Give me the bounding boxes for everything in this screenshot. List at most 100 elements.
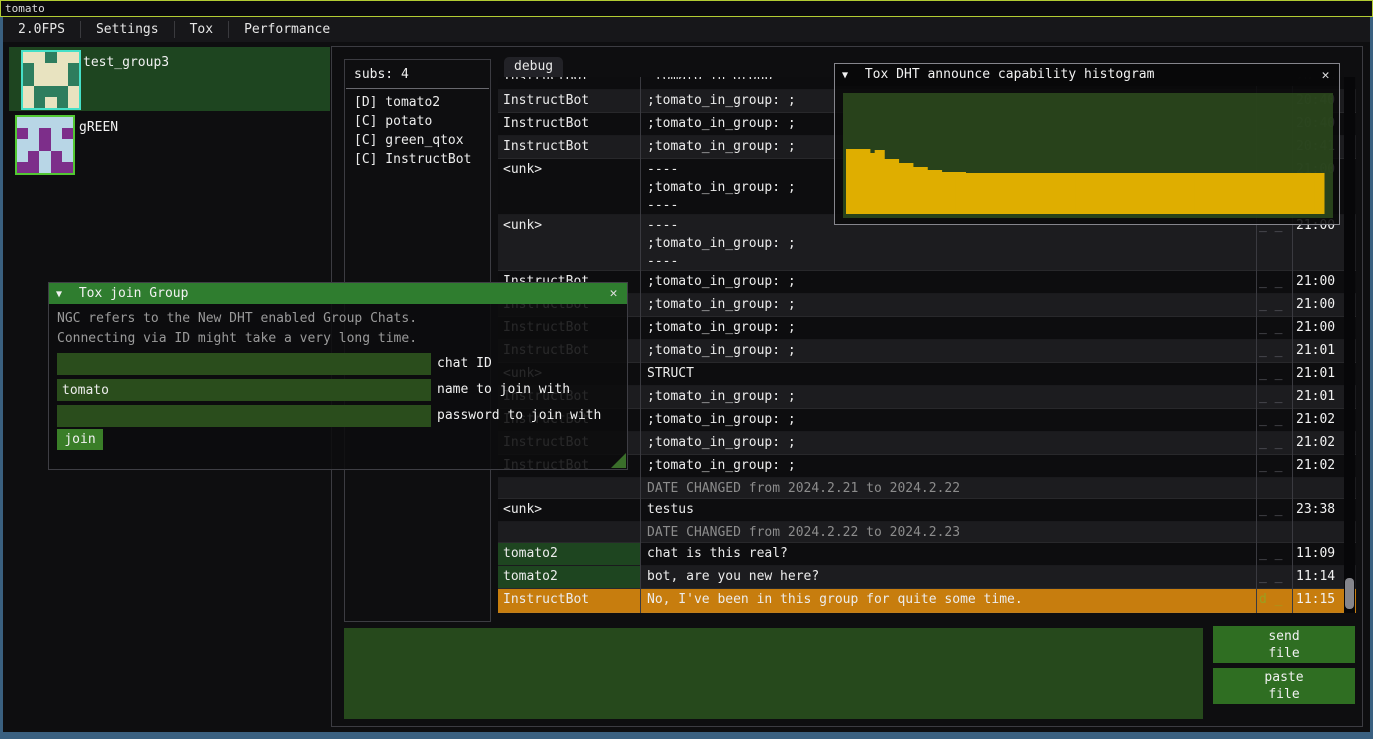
delivery-marker-cell: _ _ <box>1256 499 1292 521</box>
group-name-label: gREEN <box>79 120 118 135</box>
sender-name-cell: InstructBot <box>498 136 640 158</box>
timestamp-cell: 11:14 <box>1292 566 1344 588</box>
timestamp-cell: 21:00 <box>1292 317 1344 339</box>
join-button[interactable]: join <box>57 429 103 450</box>
timestamp-cell: 11:15 <box>1292 589 1344 612</box>
message-text-cell: bot, are you new here? <box>640 566 1256 588</box>
timestamp-cell: 21:01 <box>1292 386 1344 408</box>
scrollbar-thumb[interactable] <box>1345 578 1354 609</box>
sidebar-group-test_group3[interactable]: test_group3 <box>9 47 330 111</box>
close-icon[interactable]: ✕ <box>1317 67 1334 84</box>
chat-id-label: chat ID <box>437 353 492 375</box>
menu-item-settings[interactable]: Settings <box>81 17 174 42</box>
delivery-marker-cell: _ _ <box>1256 543 1292 565</box>
delivery-marker-cell: _ _ <box>1256 317 1292 339</box>
delivery-marker-cell: _ _ <box>1256 363 1292 385</box>
window-edge-bottom <box>0 732 1373 739</box>
timestamp-cell: 21:00 <box>1292 271 1344 293</box>
chat-message-row[interactable]: tomato2chat is this real?_ _11:09 <box>498 543 1356 566</box>
chat-message-row[interactable]: tomato2bot, are you new here?_ _11:14 <box>498 566 1356 589</box>
histogram-title: Tox DHT announce capability histogram <box>865 67 1155 82</box>
tab-debug[interactable]: debug <box>504 57 563 77</box>
delivery-marker-cell: _ _ <box>1256 340 1292 362</box>
histogram-bars <box>843 93 1333 218</box>
chat-id-field[interactable] <box>57 353 431 375</box>
sender-name-cell: <unk> <box>498 499 640 521</box>
sender-name-cell: tomato2 <box>498 566 640 588</box>
send-file-button[interactable]: sendfile <box>1213 626 1355 663</box>
histogram-plot <box>843 93 1333 218</box>
join-group-titlebar[interactable]: ▼ Tox join Group <box>49 283 627 304</box>
os-titlebar[interactable]: tomato <box>0 0 1373 17</box>
message-text-cell: ;tomato_in_group: ; <box>640 271 1256 293</box>
histogram-window: ▼ Tox DHT announce capability histogram … <box>834 63 1340 225</box>
message-text-cell: ;tomato_in_group: ; <box>640 317 1256 339</box>
join-name-label: name to join with <box>437 379 570 401</box>
timestamp-cell: 11:09 <box>1292 543 1344 565</box>
collapse-arrow-icon[interactable]: ▼ <box>842 65 848 87</box>
message-text-cell: chat is this real? <box>640 543 1256 565</box>
delivery-marker-cell: _ _ <box>1256 455 1292 477</box>
join-group-title: Tox join Group <box>79 286 189 301</box>
timestamp-cell: 21:01 <box>1292 363 1344 385</box>
paste-file-button[interactable]: pastefile <box>1213 668 1355 704</box>
date-separator-row[interactable]: DATE CHANGED from 2024.2.22 to 2024.2.23 <box>498 522 1356 543</box>
sender-name-cell: <unk> <box>498 215 640 270</box>
date-changed-label: DATE CHANGED from 2024.2.21 to 2024.2.22 <box>640 478 1256 498</box>
subs-member-tomato2[interactable]: [D] tomato2 <box>345 93 490 112</box>
delivery-marker-cell: _ _ <box>1256 432 1292 454</box>
window-edge-left <box>0 17 3 739</box>
menu-item-tox[interactable]: Tox <box>175 17 228 42</box>
delivery-marker-cell: _ _ <box>1256 271 1292 293</box>
message-text-cell: ;tomato_in_group: ; <box>640 386 1256 408</box>
timestamp-cell: 21:00 <box>1292 294 1344 316</box>
resize-grip[interactable] <box>611 453 626 468</box>
subs-member-list: [D] tomato2[C] potato[C] green_qtox[C] I… <box>345 93 490 169</box>
group-avatar-identicon <box>21 50 81 110</box>
sender-name-cell: tomato2 <box>498 543 640 565</box>
sender-name-cell: <unk> <box>498 159 640 214</box>
sender-name-cell: InstructBot <box>498 589 640 612</box>
join-name-field[interactable] <box>57 379 431 401</box>
delivery-marker-cell: _ _ <box>1256 294 1292 316</box>
join-password-label: password to join with <box>437 405 601 427</box>
close-icon[interactable]: ✕ <box>605 285 622 302</box>
delivery-marker-cell: _ _ <box>1256 386 1292 408</box>
timestamp-cell: 21:01 <box>1292 340 1344 362</box>
subs-count-label: subs: 4 <box>345 60 490 82</box>
message-text-cell: ;tomato_in_group: ; <box>640 409 1256 431</box>
delivery-marker-cell: d _ <box>1256 589 1292 612</box>
subs-member-green_qtox[interactable]: [C] green_qtox <box>345 131 490 150</box>
message-text-cell: ;tomato_in_group: ; <box>640 340 1256 362</box>
subs-member-potato[interactable]: [C] potato <box>345 112 490 131</box>
menu-item-performance[interactable]: Performance <box>229 17 345 42</box>
date-separator-row[interactable]: DATE CHANGED from 2024.2.21 to 2024.2.22 <box>498 478 1356 499</box>
message-text-cell: ;tomato_in_group: ; <box>640 294 1256 316</box>
sender-name-cell: InstructBot <box>498 90 640 112</box>
histogram-titlebar[interactable]: ▼ Tox DHT announce capability histogram <box>835 64 1339 86</box>
chat-message-row[interactable]: InstructBotNo, I've been in this group f… <box>498 589 1356 613</box>
message-input[interactable] <box>344 628 1203 719</box>
message-text-cell: STRUCT <box>640 363 1256 385</box>
join-password-field[interactable] <box>57 405 431 427</box>
timestamp-cell: 21:02 <box>1292 409 1344 431</box>
collapse-arrow-icon[interactable]: ▼ <box>56 284 62 305</box>
chat-message-row[interactable]: <unk>testus_ _23:38 <box>498 499 1356 522</box>
delivery-marker-cell: _ _ <box>1256 566 1292 588</box>
menu-bar: 2.0FPSSettingsToxPerformance <box>3 17 1370 42</box>
sidebar-group-gREEN[interactable]: gREEN <box>9 113 330 175</box>
subs-member-InstructBot[interactable]: [C] InstructBot <box>345 150 490 169</box>
fps-counter: 2.0FPS <box>3 17 80 42</box>
message-text-cell: No, I've been in this group for quite so… <box>640 589 1256 612</box>
join-note-line1: NGC refers to the New DHT enabled Group … <box>57 311 417 326</box>
os-window-title: tomato <box>5 2 45 15</box>
app-root: tomato 2.0FPSSettingsToxPerformance test… <box>0 0 1373 739</box>
column-separator <box>640 77 641 613</box>
sender-name-cell: InstructBot <box>498 77 640 79</box>
chat-scrollbar[interactable] <box>1344 77 1355 613</box>
message-text-cell: testus <box>640 499 1256 521</box>
timestamp-cell: 23:38 <box>1292 499 1344 521</box>
timestamp-cell: 21:02 <box>1292 432 1344 454</box>
subs-separator <box>346 88 489 89</box>
message-text-cell: ;tomato_in_group: ; <box>640 432 1256 454</box>
